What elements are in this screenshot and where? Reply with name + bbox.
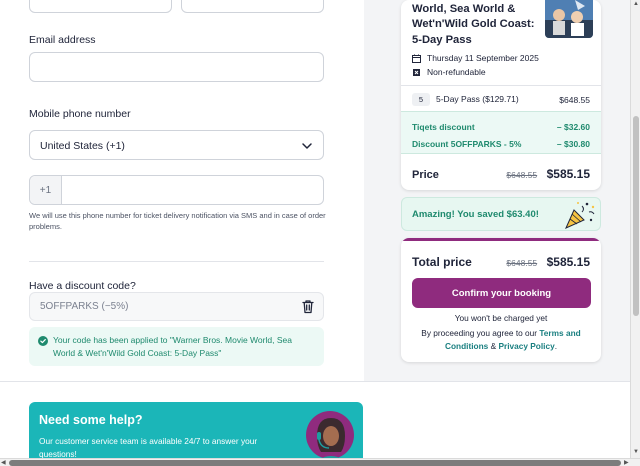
discount-amount: – $30.80 xyxy=(556,139,590,149)
country-select[interactable]: United States (+1) xyxy=(29,130,324,160)
vertical-scroll-thumb[interactable] xyxy=(633,116,639,316)
discounts-block: Tiqets discount – $32.60 Discount 5OFFPA… xyxy=(401,111,601,154)
scroll-down-icon[interactable]: ▼ xyxy=(633,449,639,455)
total-card: Total price $648.55 $585.15 Confirm your… xyxy=(401,238,601,362)
last-name-field[interactable] xyxy=(181,0,324,13)
trash-icon[interactable] xyxy=(301,299,315,314)
order-summary-card: Warner Bros. Movie World, Sea World & We… xyxy=(401,0,601,190)
horizontal-scroll-thumb[interactable] xyxy=(9,460,621,466)
refund-policy-text: Non-refundable xyxy=(427,67,486,77)
check-circle-icon xyxy=(38,336,48,346)
scroll-up-icon[interactable]: ▲ xyxy=(633,1,639,7)
price-original: $648.55 xyxy=(506,170,538,180)
ticket-icon xyxy=(413,68,420,76)
privacy-link[interactable]: Privacy Policy xyxy=(498,341,554,351)
savings-text: Amazing! You saved $63.40! xyxy=(412,209,539,220)
terms-prefix: By proceeding you agree to our xyxy=(421,328,540,338)
confirm-booking-button[interactable]: Confirm your booking xyxy=(412,278,591,308)
help-card: Need some help? Our customer service tea… xyxy=(29,402,363,466)
price-discounted: $585.15 xyxy=(546,167,590,181)
discount-row: Discount 5OFFPARKS - 5% – $30.80 xyxy=(412,139,590,149)
discount-amount: – $32.60 xyxy=(556,122,590,132)
phone-prefix: +1 xyxy=(30,176,62,204)
vertical-scrollbar[interactable]: ▲ ▼ xyxy=(630,0,640,458)
item-price: $648.55 xyxy=(559,94,590,105)
email-label: Email address xyxy=(29,34,96,46)
email-field[interactable] xyxy=(29,52,324,82)
discount-row: Tiqets discount – $32.60 xyxy=(412,122,590,132)
product-thumbnail xyxy=(545,0,593,38)
discount-code-field[interactable]: 5OFFPARKS (−5%) xyxy=(29,292,324,321)
first-name-field[interactable] xyxy=(29,0,172,13)
discount-label: Have a discount code? xyxy=(29,280,136,292)
total-original: $648.55 xyxy=(506,258,538,268)
summary-divider xyxy=(401,85,601,86)
scroll-left-icon[interactable]: ◀ xyxy=(1,459,6,466)
phone-field[interactable]: +1 xyxy=(29,175,324,205)
section-divider xyxy=(29,261,324,262)
page-divider xyxy=(0,381,630,382)
item-label: 5-Day Pass ($129.71) xyxy=(436,94,519,104)
phone-help-text: We will use this phone number for ticket… xyxy=(29,211,326,231)
booking-date-text: Thursday 11 September 2025 xyxy=(427,53,539,63)
terms-suffix: . xyxy=(554,341,558,351)
confetti-icon xyxy=(565,202,595,229)
item-quantity: 5 xyxy=(412,93,430,106)
price-row: Price $648.55 $585.15 xyxy=(412,165,590,183)
discount-success-text: Your code has been applied to "Warner Br… xyxy=(53,335,292,358)
total-discounted: $585.15 xyxy=(546,255,590,269)
total-row: Total price $648.55 $585.15 xyxy=(412,253,590,271)
discount-success-message: Your code has been applied to "Warner Br… xyxy=(29,327,324,366)
calendar-icon xyxy=(412,54,421,63)
discount-label: Discount 5OFFPARKS - 5% xyxy=(412,139,522,149)
not-charged-note: You won't be charged yet xyxy=(454,313,548,323)
booking-date: Thursday 11 September 2025 xyxy=(412,53,539,63)
total-label: Total price xyxy=(412,255,472,269)
discount-label: Tiqets discount xyxy=(412,122,475,132)
help-title: Need some help? xyxy=(39,413,143,427)
terms-and: & xyxy=(488,341,499,351)
price-label: Price xyxy=(412,169,439,181)
mobile-label: Mobile phone number xyxy=(29,108,131,120)
product-image xyxy=(545,0,593,38)
chevron-down-icon xyxy=(302,143,312,149)
savings-banner: Amazing! You saved $63.40! xyxy=(401,197,601,231)
checkout-form: Email address Mobile phone number United… xyxy=(0,0,364,381)
scroll-right-icon[interactable]: ▶ xyxy=(624,459,629,466)
terms-notice: By proceeding you agree to our Terms and… xyxy=(413,327,589,353)
product-title: Warner Bros. Movie World, Sea World & We… xyxy=(412,2,535,46)
line-item: 5 5-Day Pass ($129.71) $648.55 xyxy=(412,93,590,106)
discount-code-value: 5OFFPARKS (−5%) xyxy=(40,301,129,312)
accent-band xyxy=(401,238,601,241)
help-description: Our customer service team is available 2… xyxy=(39,436,258,459)
horizontal-scrollbar[interactable]: ◀ ▶ xyxy=(0,458,640,466)
refund-policy: Non-refundable xyxy=(412,67,486,77)
country-value: United States (+1) xyxy=(40,140,125,152)
